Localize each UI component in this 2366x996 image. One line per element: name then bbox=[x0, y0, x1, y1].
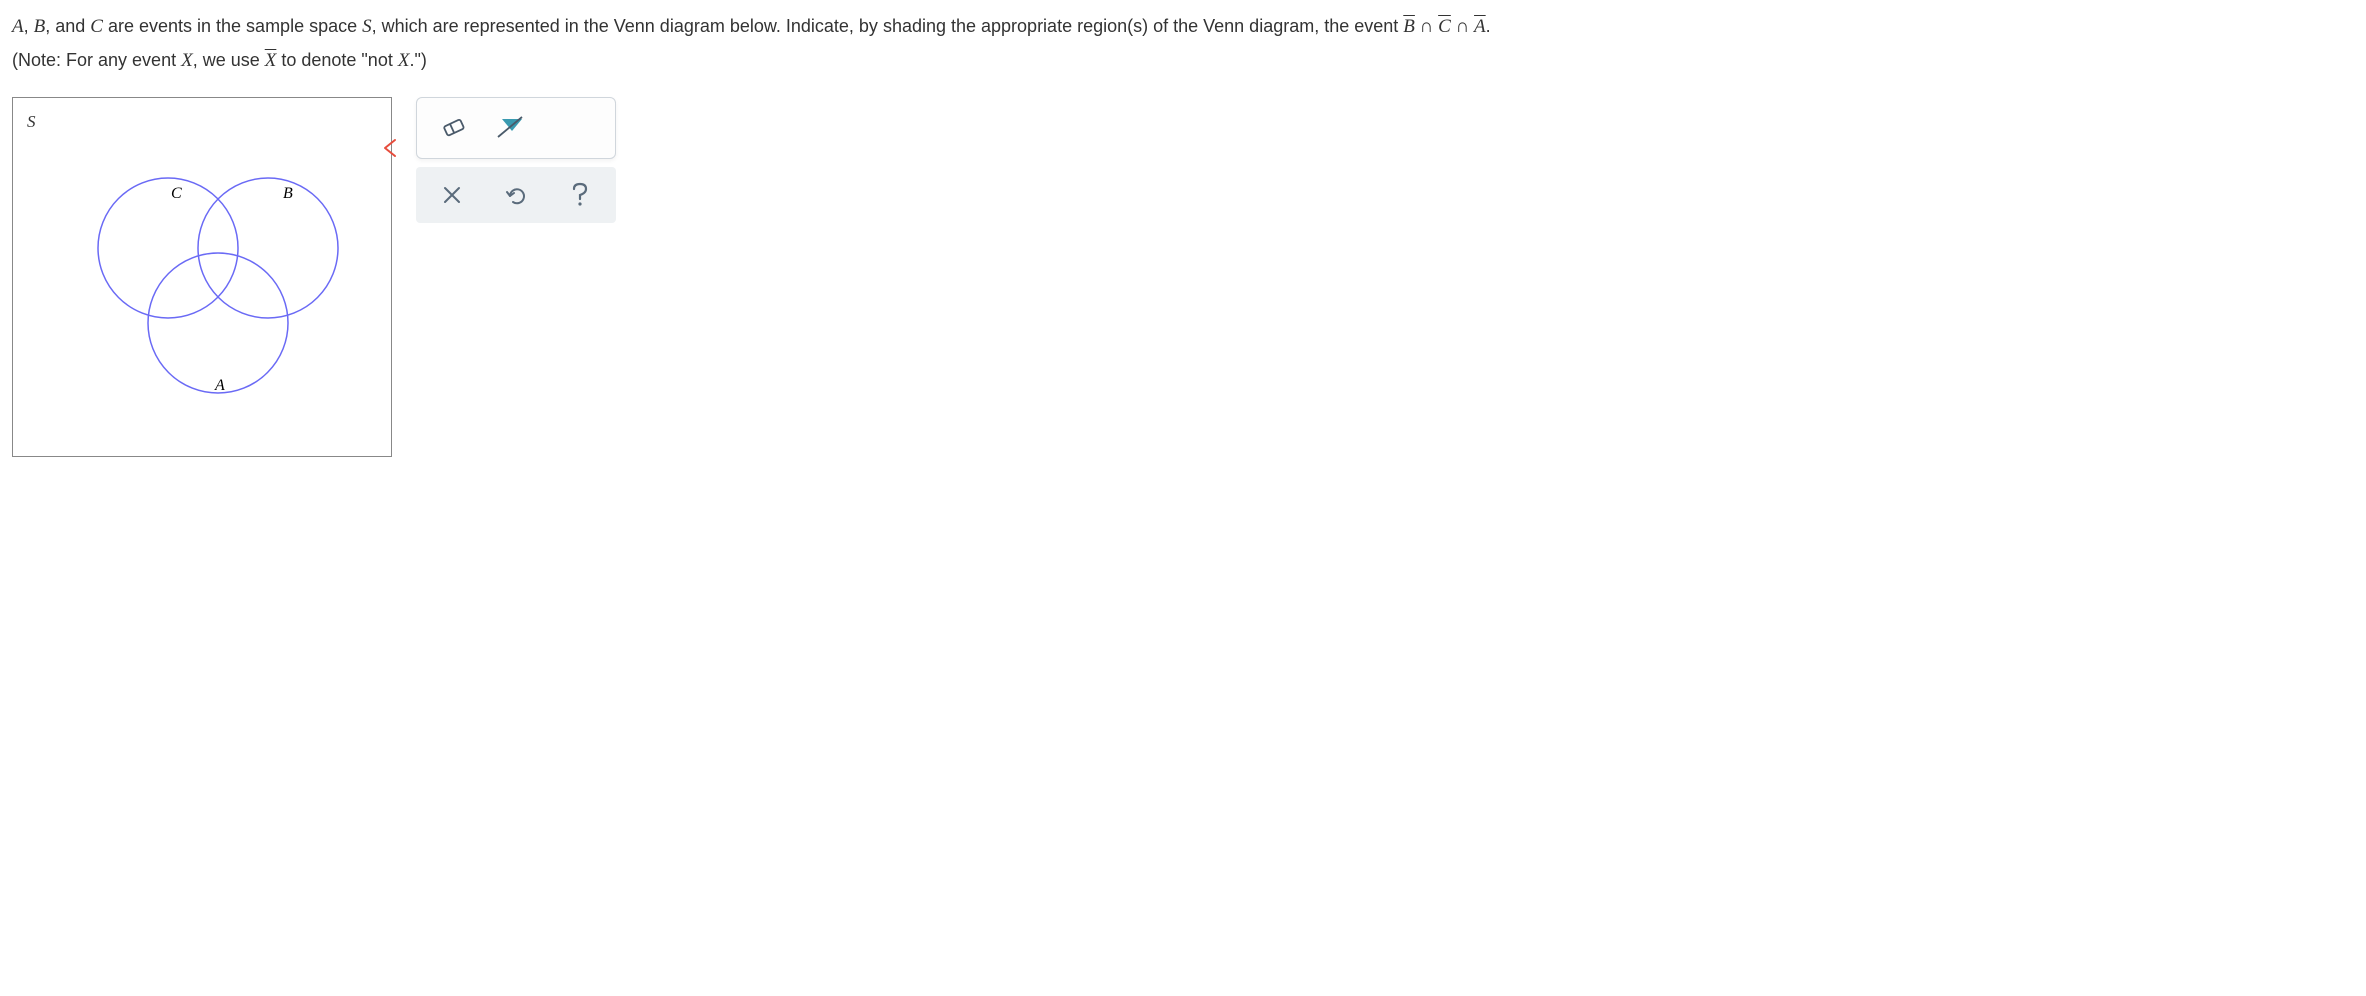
label-a: A bbox=[214, 377, 225, 394]
question-text: A, B, and C are events in the sample spa… bbox=[12, 12, 2354, 77]
circle-a[interactable] bbox=[148, 253, 288, 393]
var-s: S bbox=[362, 16, 372, 37]
question-note: (Note: For any event X, we use X to deno… bbox=[12, 46, 2354, 76]
toolbox bbox=[416, 97, 616, 223]
fill-icon bbox=[496, 115, 526, 141]
tool-row-actions bbox=[416, 167, 616, 223]
label-c: C bbox=[171, 185, 182, 202]
clear-button[interactable] bbox=[434, 177, 470, 213]
var-b: B bbox=[34, 16, 46, 37]
undo-icon bbox=[505, 184, 527, 206]
circle-b[interactable] bbox=[198, 178, 338, 318]
label-b: B bbox=[283, 185, 293, 202]
undo-button[interactable] bbox=[498, 177, 534, 213]
expr-not-b: B bbox=[1403, 16, 1415, 37]
expr-not-a: A bbox=[1474, 16, 1486, 37]
expr-not-c: C bbox=[1438, 16, 1451, 37]
fill-tool-button[interactable] bbox=[493, 110, 529, 146]
question-line-1: A, B, and C are events in the sample spa… bbox=[12, 12, 2354, 42]
close-icon bbox=[442, 185, 462, 205]
help-button[interactable] bbox=[562, 177, 598, 213]
venn-diagram-canvas[interactable]: S C B A bbox=[12, 97, 392, 457]
help-icon bbox=[569, 182, 591, 208]
cursor-marker-icon bbox=[383, 138, 399, 167]
eraser-icon bbox=[438, 115, 468, 141]
var-a: A bbox=[12, 16, 24, 37]
venn-svg: C B A bbox=[13, 98, 393, 458]
var-c: C bbox=[90, 16, 103, 37]
tool-row-drawing bbox=[416, 97, 616, 159]
eraser-tool-button[interactable] bbox=[435, 110, 471, 146]
